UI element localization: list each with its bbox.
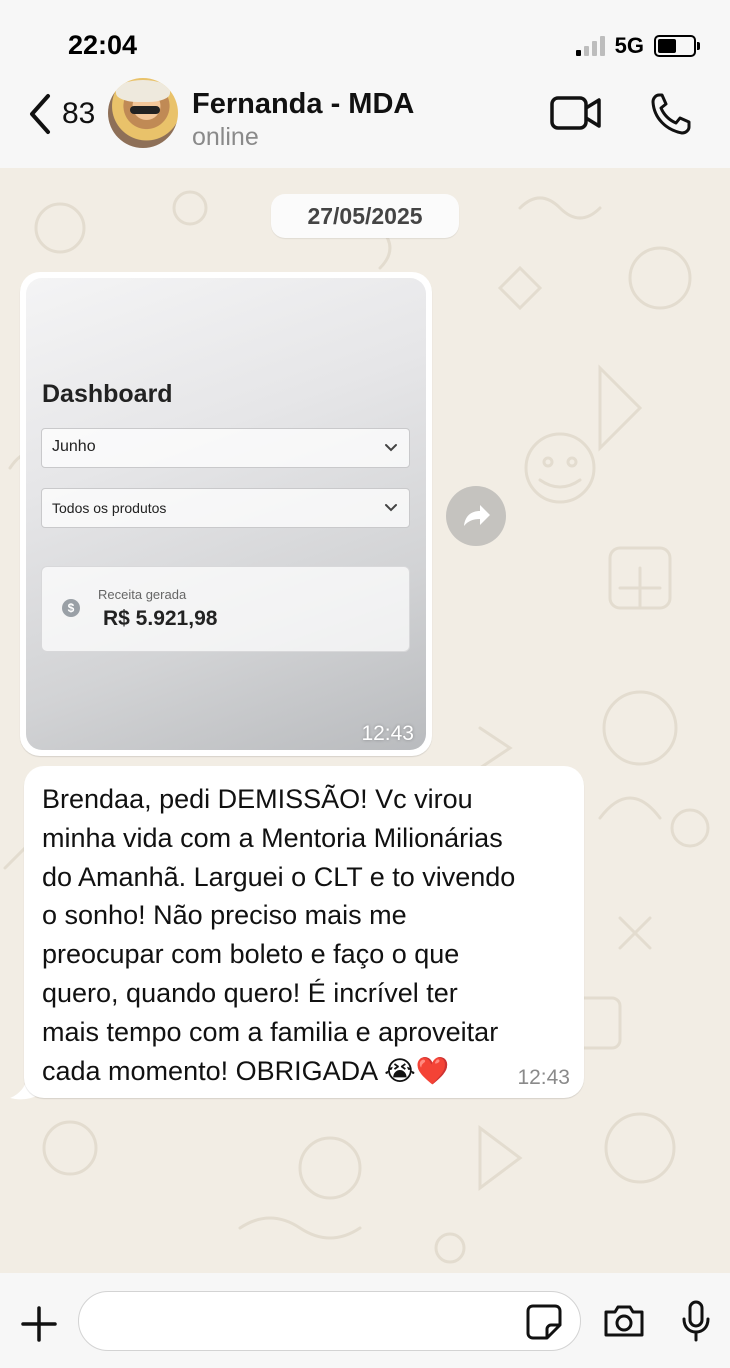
network-type: 5G (614, 33, 644, 58)
revenue-card: $ Receita gerada R$ 5.921,98 (41, 566, 410, 652)
plus-icon (21, 1306, 57, 1342)
dashboard-title: Dashboard (42, 380, 173, 408)
contact-status: online (192, 123, 259, 151)
sticker-icon (526, 1304, 562, 1340)
date-separator: 27/05/2025 (271, 194, 459, 238)
sticker-button[interactable] (525, 1303, 563, 1346)
text-message-bubble[interactable]: Brendaa, pedi DEMISSÃO! Vc virou minha v… (24, 766, 584, 1098)
video-camera-icon (550, 96, 601, 130)
voice-call-button[interactable] (650, 92, 692, 141)
image-message-bubble[interactable]: Dashboard Junho Todos os produtos $ Rece… (20, 272, 432, 756)
signal-strength-icon (575, 36, 605, 56)
avatar[interactable] (108, 78, 178, 148)
message-input[interactable] (78, 1291, 581, 1351)
message-input-bar (0, 1273, 730, 1368)
unread-count: 83 (62, 97, 96, 130)
chevron-down-icon (385, 504, 397, 512)
back-button[interactable]: 83 (26, 92, 95, 136)
chevron-down-icon (385, 444, 397, 452)
message-time: 12:43 (517, 1066, 570, 1089)
forward-button[interactable] (446, 486, 506, 546)
message-text: Brendaa, pedi DEMISSÃO! Vc virou minha v… (42, 784, 516, 1086)
chevron-left-icon (30, 94, 50, 134)
dollar-coin-icon: $ (62, 599, 80, 617)
month-select: Junho (41, 428, 410, 468)
revenue-label: Receita gerada (98, 587, 187, 602)
phone-icon (651, 93, 691, 135)
camera-button[interactable] (602, 1303, 646, 1344)
microphone-button[interactable] (680, 1299, 712, 1348)
message-time: 12:43 (361, 722, 414, 745)
attach-button[interactable] (20, 1305, 58, 1348)
forward-arrow-icon (464, 505, 490, 526)
video-call-button[interactable] (550, 94, 602, 137)
chat-area[interactable]: 27/05/2025 Dashboard Junho Todos os prod… (0, 168, 730, 1273)
status-indicators: 5G (575, 33, 700, 59)
battery-icon (654, 35, 700, 57)
status-time: 22:04 (68, 30, 138, 60)
camera-icon (604, 1305, 644, 1337)
contact-name[interactable]: Fernanda - MDA (192, 88, 414, 121)
dashboard-screenshot-image[interactable]: Dashboard Junho Todos os produtos $ Rece… (26, 278, 426, 750)
top-bar: 22:04 5G 83 Fernanda - MDA online (0, 0, 730, 168)
microphone-icon (682, 1300, 710, 1342)
product-select: Todos os produtos (41, 488, 410, 528)
revenue-value: R$ 5.921,98 (103, 607, 218, 630)
